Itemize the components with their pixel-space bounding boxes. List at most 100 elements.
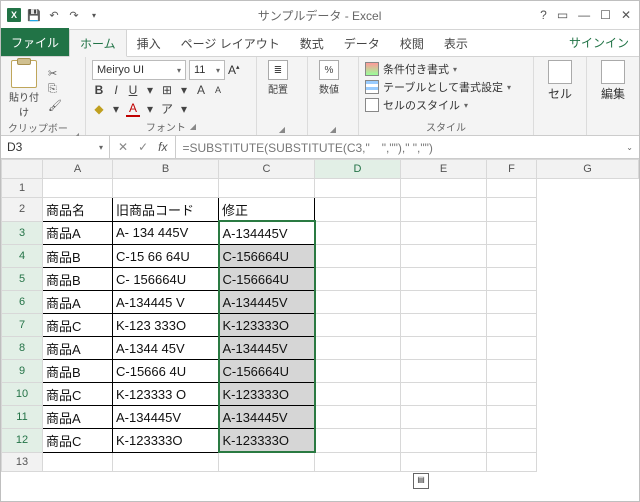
help-icon[interactable]: ? xyxy=(540,8,547,22)
minimize-icon[interactable]: — xyxy=(578,8,590,22)
cell-C13[interactable] xyxy=(113,452,219,472)
cell-G8[interactable] xyxy=(487,337,537,360)
cell-G6[interactable] xyxy=(487,291,537,314)
sign-in-link[interactable]: サインイン xyxy=(559,29,639,56)
cell-G5[interactable] xyxy=(487,268,537,291)
maximize-icon[interactable]: ☐ xyxy=(600,8,611,22)
font-dialog-icon[interactable]: ◢ xyxy=(190,122,196,131)
bold-button[interactable]: B xyxy=(92,83,106,97)
col-header-C[interactable]: C xyxy=(219,160,315,179)
row-header-12[interactable]: 12 xyxy=(2,429,43,453)
cell-F3[interactable] xyxy=(401,221,487,245)
row-header-11[interactable]: 11 xyxy=(2,406,43,429)
border-button[interactable]: ⊞ xyxy=(160,83,174,97)
cell-D2[interactable]: 修正 xyxy=(219,198,315,222)
save-icon[interactable]: 💾 xyxy=(27,8,41,22)
grow-font-icon[interactable]: A▴ xyxy=(228,63,240,77)
cell-D7[interactable]: K-123333O xyxy=(219,314,315,337)
cell-F11[interactable] xyxy=(401,406,487,429)
format-painter-icon[interactable]: 🖌 xyxy=(48,99,62,112)
cell-C8[interactable]: A-1344 45V xyxy=(113,337,219,360)
cell-C6[interactable]: A-134445 V xyxy=(113,291,219,314)
cell-C11[interactable]: A-134445V xyxy=(113,406,219,429)
grow-font-button[interactable]: A xyxy=(194,83,208,97)
phonetic-button[interactable]: ア xyxy=(160,100,174,117)
cell-B6[interactable]: 商品A xyxy=(43,291,113,314)
cell-E3[interactable] xyxy=(315,221,401,245)
cell-G9[interactable] xyxy=(487,360,537,383)
alignment-button[interactable]: ≣ 配置 xyxy=(263,60,293,96)
cell-G13[interactable] xyxy=(487,452,537,472)
undo-icon[interactable]: ↶ xyxy=(47,8,61,22)
cell-D10[interactable]: K-123333O xyxy=(219,383,315,406)
cell-B2[interactable]: 商品名 xyxy=(43,198,113,222)
row-header-3[interactable]: 3 xyxy=(2,221,43,245)
cell-F8[interactable] xyxy=(401,337,487,360)
underline-button[interactable]: U xyxy=(126,83,140,97)
close-icon[interactable]: ✕ xyxy=(621,8,631,22)
cell-F1[interactable] xyxy=(401,179,487,198)
cell-E2[interactable] xyxy=(315,198,401,222)
worksheet[interactable]: A B C D E F G 12商品名旧商品コード修正3商品AA- 134 44… xyxy=(1,159,639,501)
cell-B5[interactable]: 商品B xyxy=(43,268,113,291)
cell-F10[interactable] xyxy=(401,383,487,406)
cell-E6[interactable] xyxy=(315,291,401,314)
cell-G10[interactable] xyxy=(487,383,537,406)
cell-B3[interactable]: 商品A xyxy=(43,221,113,245)
format-as-table-button[interactable]: テーブルとして書式設定 ▾ xyxy=(365,78,527,96)
enter-formula-icon[interactable]: ✓ xyxy=(138,140,148,154)
fill-color-button[interactable]: ◆ xyxy=(92,102,106,116)
cell-C7[interactable]: K-123 333O xyxy=(113,314,219,337)
row-header-13[interactable]: 13 xyxy=(2,452,43,472)
copy-icon[interactable]: ⎘ xyxy=(48,83,62,96)
cell-D3[interactable]: A-134445V xyxy=(219,221,315,245)
col-header-E[interactable]: E xyxy=(401,160,487,179)
tab-data[interactable]: データ xyxy=(334,30,390,56)
cell-E12[interactable] xyxy=(315,429,401,453)
col-header-A[interactable]: A xyxy=(43,160,113,179)
cell-G11[interactable] xyxy=(487,406,537,429)
cell-F13[interactable] xyxy=(401,452,487,472)
alignment-dialog-icon[interactable]: ◢ xyxy=(279,125,285,134)
cell-C2[interactable]: 旧商品コード xyxy=(113,198,219,222)
tab-page-layout[interactable]: ページ レイアウト xyxy=(171,30,290,56)
cell-B4[interactable]: 商品B xyxy=(43,245,113,268)
row-header-10[interactable]: 10 xyxy=(2,383,43,406)
cell-F4[interactable] xyxy=(401,245,487,268)
fx-icon[interactable]: fx xyxy=(158,140,167,154)
cell-E9[interactable] xyxy=(315,360,401,383)
font-color-button[interactable]: A xyxy=(126,101,140,117)
row-header-4[interactable]: 4 xyxy=(2,245,43,268)
number-dialog-icon[interactable]: ◢ xyxy=(330,125,336,134)
cell-D6[interactable]: A-134445V xyxy=(219,291,315,314)
cell-B11[interactable]: 商品A xyxy=(43,406,113,429)
formula-bar[interactable]: =SUBSTITUTE(SUBSTITUTE(C3," ","")," ",""… xyxy=(176,136,639,158)
cell-F5[interactable] xyxy=(401,268,487,291)
cell-C9[interactable]: C-15666 4U xyxy=(113,360,219,383)
cell-B1[interactable] xyxy=(43,179,113,198)
cell-D9[interactable]: C-156664U xyxy=(219,360,315,383)
cell-E8[interactable] xyxy=(315,337,401,360)
number-button[interactable]: % 数値 xyxy=(314,60,344,96)
font-size-combo[interactable]: 11▾ xyxy=(189,60,225,80)
cell-E5[interactable] xyxy=(315,268,401,291)
cell-B9[interactable]: 商品B xyxy=(43,360,113,383)
cell-F12[interactable] xyxy=(401,429,487,453)
tab-home[interactable]: ホーム xyxy=(69,29,127,57)
cut-icon[interactable]: ✂ xyxy=(48,67,62,80)
expand-formula-icon[interactable]: ⌄ xyxy=(626,143,633,152)
cell-E1[interactable] xyxy=(315,179,401,198)
cell-C4[interactable]: C-15 66 64U xyxy=(113,245,219,268)
cell-C12[interactable]: K-123333O xyxy=(113,429,219,453)
cancel-formula-icon[interactable]: ✕ xyxy=(118,140,128,154)
paste-button[interactable]: 貼り付け xyxy=(7,60,41,119)
cell-C5[interactable]: C- 156664U xyxy=(113,268,219,291)
cell-G1[interactable] xyxy=(487,179,537,198)
col-header-F[interactable]: F xyxy=(487,160,537,179)
cell-B12[interactable]: 商品C xyxy=(43,429,113,453)
row-header-2[interactable]: 2 xyxy=(2,198,43,222)
tab-view[interactable]: 表示 xyxy=(434,30,478,56)
quick-analysis-icon[interactable]: ▤ xyxy=(413,473,429,489)
cell-B10[interactable]: 商品C xyxy=(43,383,113,406)
tab-file[interactable]: ファイル xyxy=(1,28,69,56)
